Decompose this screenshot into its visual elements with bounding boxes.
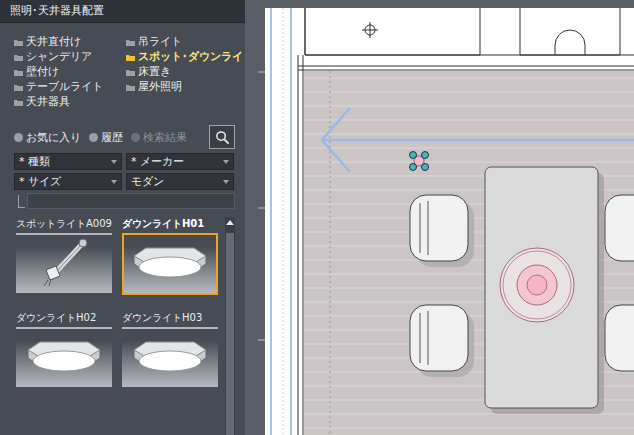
tab[interactable]: 検索結果 [131, 130, 187, 145]
app-window: 照明･天井器具配置 天井直付け 吊ライト シャンデリア スポット･ダウンライト … [0, 0, 634, 435]
floor-plan [245, 0, 634, 435]
chair[interactable] [605, 195, 634, 261]
category-item[interactable]: 床置き [126, 65, 254, 79]
fixture-panel: 照明･天井器具配置 天井直付け 吊ライト シャンデリア スポット･ダウンライト … [0, 0, 245, 435]
dropdown-arrow-icon [223, 160, 229, 164]
scroll-thumb[interactable] [226, 233, 234, 435]
downlight-icon [126, 236, 214, 292]
filter-dropdown[interactable]: モダン [126, 173, 234, 190]
category-item[interactable]: スポット･ダウンライト [126, 50, 254, 64]
filter-dropdown[interactable]: * サイズ [14, 173, 122, 190]
folder-icon [126, 69, 135, 76]
tab-icon [89, 133, 98, 142]
magnifier-icon [215, 130, 230, 145]
tab[interactable]: お気に入り [14, 130, 81, 145]
spotlight-icon [20, 236, 108, 292]
category-item[interactable]: 天井器具 [14, 95, 126, 109]
folder-icon [14, 39, 23, 46]
dropdown-arrow-icon [111, 160, 117, 164]
category-item[interactable]: テーブルライト [14, 80, 126, 94]
chair[interactable] [410, 305, 474, 377]
downlight-icon [126, 330, 214, 386]
fixture-thumbnail [16, 327, 112, 389]
fixture-item[interactable]: スポットライトA009 [16, 217, 116, 295]
folder-icon [14, 84, 23, 91]
category-list: 天井直付け 吊ライト シャンデリア スポット･ダウンライト 壁付け 床置き テー… [0, 23, 245, 109]
filter-dropdown[interactable]: * 種類 [14, 153, 122, 170]
folder-icon [126, 39, 135, 46]
fixture-item[interactable]: ダウンライトH03 [122, 311, 222, 389]
scroll-up-icon [226, 220, 234, 225]
tab-icon [14, 133, 23, 142]
path-row [0, 190, 245, 209]
category-item[interactable]: 壁付け [14, 65, 126, 79]
tab-icon [131, 133, 140, 142]
path-field[interactable] [27, 193, 235, 209]
folder-icon [126, 54, 135, 61]
category-item[interactable]: 屋外照明 [126, 80, 254, 94]
category-item[interactable]: 吊ライト [126, 35, 254, 49]
category-item[interactable]: 天井直付け [14, 35, 126, 49]
downlight-icon [20, 330, 108, 386]
tab-row: お気に入り 履歴 検索結果 [0, 125, 245, 149]
tree-connector [18, 195, 25, 208]
dining-table[interactable] [485, 167, 598, 408]
dropdown-arrow-icon [223, 180, 229, 184]
fixture-thumbnail [122, 233, 218, 295]
floor-plan-canvas[interactable] [245, 0, 634, 435]
tab[interactable]: 履歴 [89, 130, 123, 145]
fixture-thumbnail [122, 327, 218, 389]
fixture-item[interactable]: ダウンライトH01 [122, 217, 222, 295]
filter-grid: * 種類 * メーカー * サイズ モダン [0, 149, 245, 190]
category-item[interactable]: シャンデリア [14, 50, 126, 64]
folder-icon [14, 69, 23, 76]
folder-icon [126, 84, 135, 91]
chair[interactable] [605, 305, 634, 371]
item-list: スポットライトA009 ダウンライトH01 ダウンライトH02 ダウンライトH0… [0, 209, 245, 435]
search-button[interactable] [209, 125, 235, 149]
panel-title: 照明･天井器具配置 [0, 0, 245, 23]
scrollbar[interactable] [225, 217, 235, 435]
chair[interactable] [410, 195, 474, 267]
placed-light-icon[interactable] [410, 152, 429, 171]
folder-icon [14, 99, 23, 106]
fixture-item[interactable]: ダウンライトH02 [16, 311, 116, 389]
dropdown-arrow-icon [111, 180, 117, 184]
filter-dropdown[interactable]: * メーカー [126, 153, 234, 170]
folder-icon [14, 54, 23, 61]
fixture-thumbnail [16, 233, 112, 295]
